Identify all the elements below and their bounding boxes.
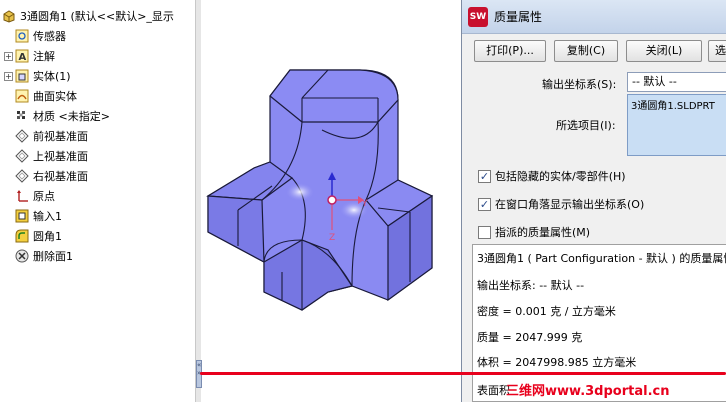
results-density: 密度 = 0.001 克 / 立方毫米	[477, 305, 616, 318]
axis-z-label: Z	[329, 233, 335, 243]
origin-icon	[15, 189, 29, 203]
tree-item-label: 注解	[33, 50, 55, 63]
left-arm-front-face	[207, 195, 265, 264]
checkbox-checked-icon[interactable]: ✓	[478, 197, 491, 211]
tree-item-label: 传感器	[33, 30, 66, 43]
selected-item[interactable]: 3通圆角1.SLDPRT	[631, 101, 715, 112]
material-icon	[15, 109, 29, 123]
expand-icon[interactable]: +	[4, 71, 13, 81]
tree-item-label: 材质 <未指定>	[33, 110, 110, 123]
annotation-icon: A	[15, 49, 29, 63]
dialog-title: 质量属性	[494, 10, 543, 24]
tree-item[interactable]: + A 注解	[4, 46, 55, 66]
selected-items-list[interactable]: 3通圆角1.SLDPRT	[627, 94, 726, 156]
results-coord: 输出坐标系: -- 默认 --	[477, 279, 585, 292]
tree-item[interactable]: 材质 <未指定>	[4, 106, 110, 126]
fillet-icon	[15, 229, 29, 243]
mass-properties-dialog: SW 质量属性 打印(P)... 复制(C) 关闭(L) 选 输出坐标系(S):…	[461, 0, 726, 402]
checkbox-unchecked-icon[interactable]	[478, 225, 491, 239]
plane-icon	[15, 169, 29, 183]
highlight-glow-1	[286, 183, 314, 201]
checkbox-checked-icon[interactable]: ✓	[478, 169, 491, 183]
tree-item-label: 原点	[33, 190, 55, 203]
assigned-mass-label: 指派的质量属性(M)	[495, 226, 591, 239]
selected-items-label: 所选项目(I):	[556, 119, 616, 132]
tree-item[interactable]: 删除面1	[4, 246, 73, 266]
close-button[interactable]: 关闭(L)	[626, 40, 702, 62]
three-way-fillet-model	[206, 69, 434, 311]
tree-item[interactable]: 前视基准面	[4, 126, 88, 146]
results-header: 3通圆角1 ( Part Configuration - 默认 ) 的质量属性	[477, 252, 726, 265]
tree-item-label: 前视基准面	[33, 130, 88, 143]
output-coord-label: 输出坐标系(S):	[542, 78, 617, 91]
options-button[interactable]: 选	[708, 40, 726, 62]
tree-item[interactable]: + 实体(1)	[4, 66, 71, 86]
tree-item-label: 实体(1)	[33, 70, 71, 83]
tree-item[interactable]: 右视基准面	[4, 166, 88, 186]
tree-item-label: 圆角1	[33, 230, 62, 243]
tree-item[interactable]: 曲面实体	[4, 86, 77, 106]
expand-icon[interactable]: +	[4, 51, 13, 61]
tree-root-label: 3通圆角1 (默认<<默认>_显示	[20, 10, 174, 23]
delete-face-icon	[15, 249, 29, 263]
plane-icon	[15, 129, 29, 143]
pane-splitter[interactable]: «»	[195, 0, 202, 402]
model-view: Y Z	[206, 69, 434, 311]
tree-item[interactable]: 上视基准面	[4, 146, 88, 166]
results-volume: 体积 = 2047998.985 立方毫米	[477, 356, 637, 369]
surface-body-icon	[15, 89, 29, 103]
tree-item-label: 输入1	[33, 210, 62, 223]
include-hidden-checkbox[interactable]: ✓ 包括隐藏的实体/零部件(H)	[478, 168, 626, 184]
tree-item-label: 右视基准面	[33, 170, 88, 183]
import-feature-icon	[15, 209, 29, 223]
svg-text:A: A	[19, 52, 27, 63]
tree-item-label: 曲面实体	[33, 90, 77, 103]
tree-item[interactable]: 传感器	[4, 26, 66, 46]
plane-icon	[15, 149, 29, 163]
show-coord-corner-label: 在窗口角落显示输出坐标系(O)	[495, 198, 645, 211]
sensor-icon	[15, 29, 29, 43]
axis-y-label: Y	[361, 199, 368, 209]
mass-properties-results[interactable]: 3通圆角1 ( Part Configuration - 默认 ) 的质量属性 …	[472, 244, 726, 402]
solidworks-logo-icon: SW	[468, 6, 488, 27]
feature-manager-tree: 3通圆角1 (默认<<默认>_显示 传感器 + A 注解 + 实体(1) 曲面实体材质 <未…	[0, 0, 196, 402]
show-coord-corner-checkbox[interactable]: ✓ 在窗口角落显示输出坐标系(O)	[478, 196, 644, 212]
volume-highlight-underline	[200, 372, 726, 375]
tree-item[interactable]: 圆角1	[4, 226, 62, 246]
watermark: 三维网www.3dportal.cn	[506, 384, 670, 399]
include-hidden-label: 包括隐藏的实体/零部件(H)	[495, 170, 626, 183]
tree-item-label: 删除面1	[33, 250, 73, 263]
dialog-titlebar[interactable]: SW 质量属性	[462, 0, 726, 34]
output-coord-select[interactable]: -- 默认 --	[627, 72, 726, 92]
tree-item[interactable]: 原点	[4, 186, 55, 206]
tree-root[interactable]: 3通圆角1 (默认<<默认>_显示	[2, 6, 174, 26]
solid-body-icon	[15, 69, 29, 83]
assigned-mass-checkbox[interactable]: 指派的质量属性(M)	[478, 224, 590, 240]
tree-item[interactable]: 输入1	[4, 206, 62, 226]
tree-item-label: 上视基准面	[33, 150, 88, 163]
results-mass: 质量 = 2047.999 克	[477, 331, 583, 344]
copy-button[interactable]: 复制(C)	[554, 40, 618, 62]
graphics-viewport[interactable]: Y Z	[202, 0, 460, 402]
part-icon	[2, 9, 16, 23]
print-button[interactable]: 打印(P)...	[474, 40, 546, 62]
